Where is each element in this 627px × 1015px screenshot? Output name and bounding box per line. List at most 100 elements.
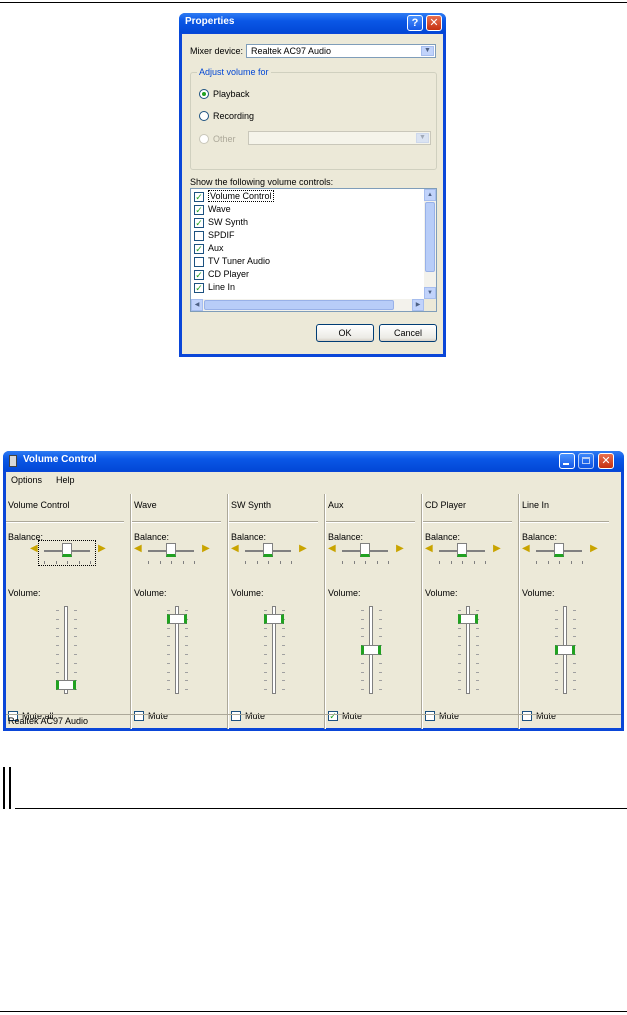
volume-slider-thumb[interactable] [361, 645, 381, 655]
help-button[interactable]: ? [407, 15, 423, 31]
radio-recording[interactable] [199, 111, 209, 121]
ok-button[interactable]: OK [316, 324, 374, 342]
volume-tick [185, 662, 188, 664]
balance-slider-thumb[interactable] [554, 543, 564, 557]
balance-tick [559, 561, 560, 564]
focus-rect [38, 540, 96, 566]
speaker-right-icon: ◀ [493, 543, 501, 554]
volume-tick [74, 636, 77, 638]
horizontal-scrollbar[interactable]: ◀ ▶ [191, 299, 424, 311]
volume-tick [56, 627, 59, 629]
volume-label: Volume: [425, 588, 458, 598]
volume-tick [476, 636, 479, 638]
checkbox[interactable] [194, 257, 204, 267]
volume-tick [74, 662, 77, 664]
volume-slider-thumb[interactable] [264, 613, 284, 624]
menu-options[interactable]: Options [11, 475, 42, 485]
checkbox[interactable]: ✓ [194, 192, 204, 202]
other-device-select[interactable]: ▼ [248, 131, 431, 145]
volume-titlebar[interactable]: Volume Control ✕ [3, 451, 624, 471]
balance-tick [148, 561, 149, 564]
volume-tick [379, 618, 382, 620]
volume-tick [458, 680, 461, 682]
volume-tick [458, 654, 461, 655]
volume-tick [573, 627, 576, 629]
chevron-down-icon[interactable]: ▼ [421, 46, 434, 56]
channel-title-divider [423, 521, 512, 523]
close-button[interactable]: ✕ [598, 453, 614, 469]
volume-tick [573, 610, 576, 611]
radio-playback[interactable] [199, 89, 209, 99]
scroll-right-icon[interactable]: ▶ [412, 299, 424, 311]
vertical-scrollbar[interactable]: ▲ ▼ [424, 189, 436, 299]
volume-controls-list[interactable]: ✓ Volume Control ✓ Wave ✓ SW Synth SPDIF ✓ A… [190, 188, 437, 312]
volume-tick [476, 689, 479, 691]
speaker-left-icon: ◀ [231, 543, 239, 554]
volume-tick [573, 689, 576, 691]
channel-column: Aux Balance: ◀ ◀ Volume: ✓ Mute [326, 494, 423, 729]
checkbox[interactable]: ✓ [194, 283, 204, 293]
volume-slider-thumb[interactable] [167, 613, 187, 624]
checkbox[interactable]: ✓ [194, 244, 204, 254]
volume-tick [74, 627, 77, 629]
volume-tick [56, 636, 59, 638]
channel-title-divider [520, 521, 609, 523]
mixer-device-select[interactable]: Realtek AC97 Audio ▼ [246, 44, 436, 58]
volume-tick [282, 610, 285, 611]
page-bottom-rule [0, 1011, 627, 1012]
volume-tick [458, 645, 461, 647]
scroll-down-icon[interactable]: ▼ [424, 287, 436, 299]
balance-label: Balance: [231, 532, 267, 542]
scroll-thumb[interactable] [425, 202, 435, 272]
balance-slider-thumb[interactable] [457, 543, 467, 557]
menu-help[interactable]: Help [56, 475, 75, 485]
volume-tick [264, 627, 267, 629]
status-text: Realtek AC97 Audio [8, 716, 89, 726]
scroll-up-icon[interactable]: ▲ [424, 189, 436, 201]
show-controls-label: Show the following volume controls: [190, 177, 334, 187]
volume-tick [185, 680, 188, 682]
balance-slider-thumb[interactable] [263, 543, 273, 557]
checkbox[interactable] [194, 231, 204, 241]
balance-tick [279, 561, 281, 564]
maximize-button[interactable] [578, 453, 594, 469]
scroll-corner [424, 299, 436, 311]
volume-tick [458, 662, 461, 664]
volume-tick [555, 662, 558, 664]
properties-titlebar[interactable]: Properties ? ✕ [179, 13, 446, 33]
volume-slider-thumb[interactable] [56, 680, 76, 691]
checkbox[interactable]: ✓ [194, 205, 204, 215]
radio-recording-label[interactable]: Recording [213, 111, 254, 121]
minimize-icon [563, 463, 569, 465]
scroll-left-icon[interactable]: ◀ [191, 299, 203, 311]
volume-tick [185, 627, 188, 629]
radio-other-label[interactable]: Other [213, 134, 236, 144]
document-divider [3, 767, 627, 809]
close-button[interactable]: ✕ [426, 15, 442, 31]
volume-tick [476, 662, 479, 664]
cancel-button[interactable]: Cancel [379, 324, 437, 342]
speaker-right-icon: ◀ [202, 543, 210, 554]
volume-tick [56, 618, 59, 620]
balance-slider-thumb[interactable] [360, 543, 370, 557]
minimize-button[interactable] [559, 453, 575, 469]
volume-tick [476, 645, 479, 647]
volume-tick [74, 654, 77, 655]
checkbox[interactable]: ✓ [194, 218, 204, 228]
radio-playback-label[interactable]: Playback [213, 89, 250, 99]
channel-column: Line In Balance: ◀ ◀ Volume: Mute [520, 494, 617, 729]
speaker-left-icon: ◀ [134, 543, 142, 554]
volume-slider-thumb[interactable] [458, 613, 478, 624]
chevron-down-icon[interactable]: ▼ [416, 133, 429, 143]
radio-other[interactable] [199, 134, 209, 144]
volume-tick [264, 654, 267, 655]
volume-slider-thumb[interactable] [555, 645, 575, 655]
balance-slider-thumb[interactable] [166, 543, 176, 557]
volume-tick [555, 636, 558, 638]
checkbox[interactable]: ✓ [194, 270, 204, 280]
volume-tick [361, 610, 364, 611]
balance-tick [536, 561, 537, 564]
volume-tick [264, 680, 267, 682]
hscroll-thumb[interactable] [204, 300, 394, 310]
volume-tick [264, 689, 267, 691]
